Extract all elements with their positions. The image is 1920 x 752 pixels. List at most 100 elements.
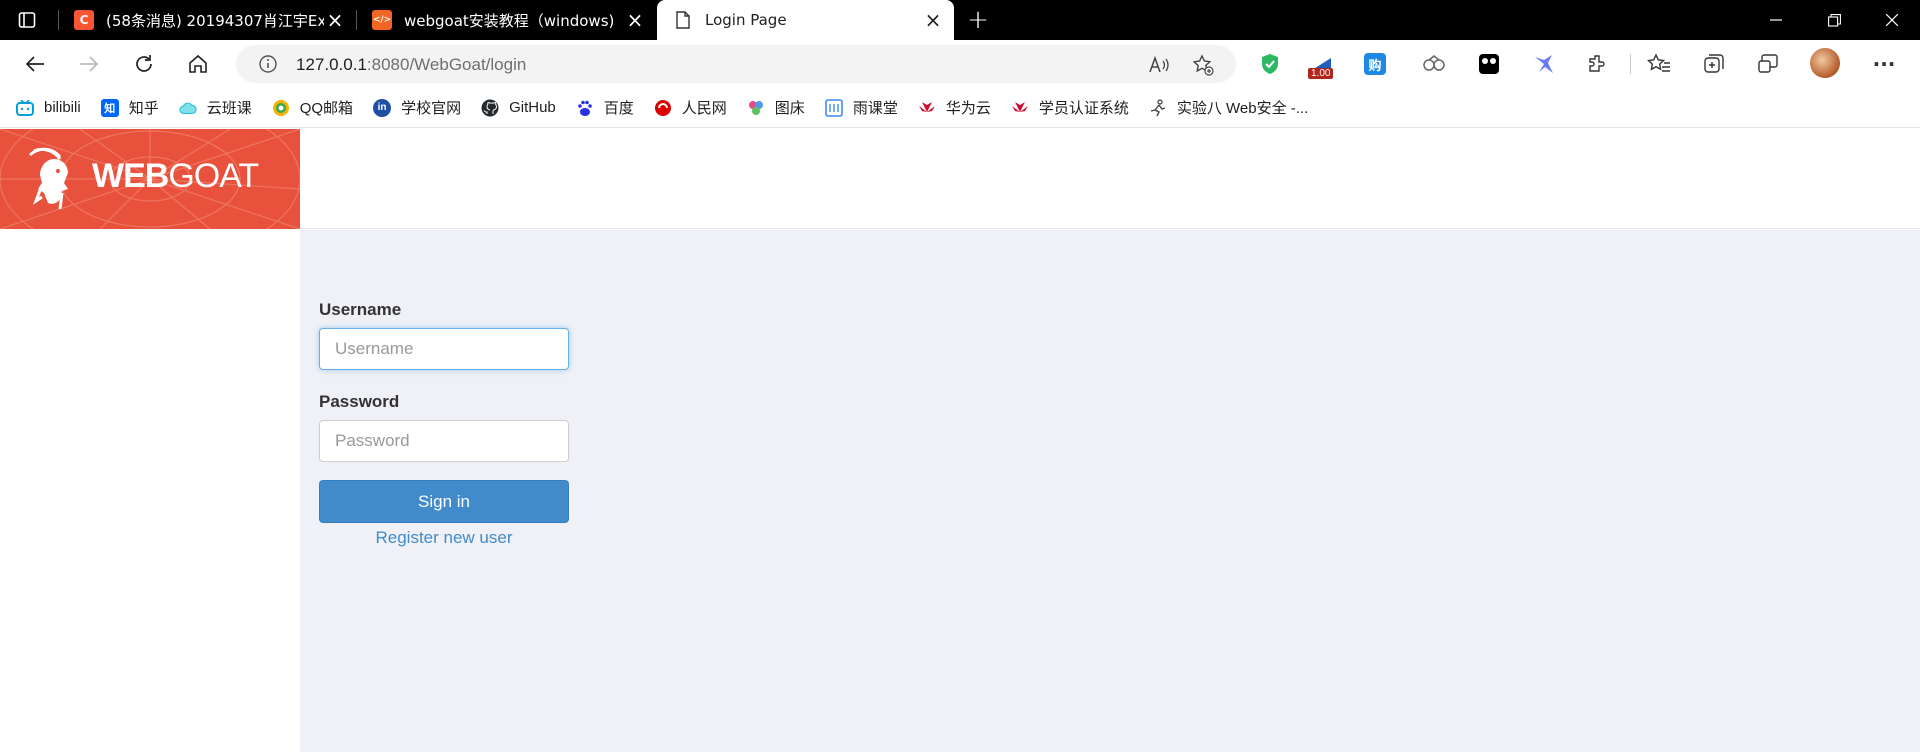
- url-path: :8080/WebGoat/login: [366, 55, 527, 74]
- more-menu-icon[interactable]: ···: [1870, 50, 1898, 78]
- tab-title: Login Page: [705, 11, 787, 29]
- close-window-icon[interactable]: [1864, 0, 1920, 40]
- tampermonkey-icon[interactable]: [1475, 50, 1503, 78]
- tab-title: (58条消息) 20194307肖江宇Exp-: [106, 11, 324, 30]
- bookmark-lab8[interactable]: 实验八 Web安全 -...: [1149, 97, 1308, 118]
- close-tab-icon[interactable]: ×: [922, 9, 944, 31]
- csdn-icon: C: [74, 10, 94, 30]
- bookmark-rain-classroom[interactable]: 雨课堂: [825, 97, 898, 118]
- bird-extension-icon[interactable]: [1530, 50, 1558, 78]
- bookmark-label: 学校官网: [401, 100, 462, 117]
- rain-classroom-icon: [825, 98, 843, 117]
- username-label: Username: [319, 300, 402, 319]
- runner-icon: [1149, 98, 1167, 117]
- bookmark-label: 图床: [774, 100, 805, 117]
- favorites-icon[interactable]: [1645, 50, 1673, 78]
- bookmark-qqmail[interactable]: QQ邮箱: [272, 97, 353, 118]
- bookmark-label: 学员认证系统: [1038, 100, 1129, 117]
- tab-csdn[interactable]: C (58条消息) 20194307肖江宇Exp- ×: [58, 0, 356, 40]
- tab-actions-icon[interactable]: [16, 9, 38, 31]
- image-bed-icon: [747, 99, 765, 117]
- extension-badge: 1.00: [1308, 68, 1334, 79]
- tab-strip: C (58条消息) 20194307肖江宇Exp- × </> webgoat安…: [0, 0, 1920, 40]
- bookmark-github[interactable]: GitHub: [481, 99, 556, 117]
- baidu-icon: [576, 99, 594, 117]
- bookmark-huawei-cloud[interactable]: 华为云: [918, 97, 991, 118]
- add-favorite-icon[interactable]: [1192, 54, 1214, 76]
- password-label: Password: [319, 392, 400, 411]
- huawei-icon: [1011, 99, 1029, 117]
- bookmark-label: QQ邮箱: [299, 100, 354, 117]
- bookmark-label: bilibili: [44, 99, 81, 116]
- home-icon[interactable]: [181, 48, 215, 80]
- bookmark-zhihu[interactable]: 知 知乎: [100, 97, 159, 118]
- huawei-icon: [918, 99, 936, 117]
- bookmark-label: 实验八 Web安全 -...: [1176, 100, 1309, 117]
- bookmark-label: GitHub: [509, 99, 556, 116]
- bookmark-yunbanke[interactable]: 云班课: [179, 97, 252, 118]
- qqmail-icon: [272, 99, 290, 117]
- bookmark-image-bed[interactable]: 图床: [747, 97, 805, 118]
- read-aloud-icon[interactable]: [1148, 54, 1170, 76]
- shopping-extension-icon[interactable]: 购: [1364, 53, 1386, 75]
- main-content: Username Password Sign in Register new u…: [300, 230, 1920, 752]
- bookmark-baidu[interactable]: 百度: [576, 97, 634, 118]
- tab-login-page[interactable]: Login Page ×: [657, 0, 954, 40]
- forward-icon[interactable]: [72, 48, 106, 80]
- address-bar[interactable]: 127.0.0.1:8080/WebGoat/login: [236, 45, 1236, 83]
- github-icon: [481, 99, 499, 117]
- bookmark-bilibili[interactable]: bilibili: [16, 99, 81, 117]
- close-tab-icon[interactable]: ×: [324, 9, 346, 31]
- brand-name: WEBGOAT: [92, 157, 259, 196]
- extensions-icon[interactable]: [1584, 50, 1612, 78]
- profile-avatar[interactable]: [1810, 48, 1840, 78]
- login-form: Username Password Sign in Register new u…: [319, 300, 569, 548]
- translate-extension-icon[interactable]: [1420, 50, 1448, 78]
- collections-icon[interactable]: [1700, 50, 1728, 78]
- bookmark-label: 雨课堂: [852, 100, 898, 117]
- zhihu-icon: 知: [100, 98, 119, 117]
- password-input[interactable]: [319, 420, 569, 462]
- school-icon: in: [373, 98, 392, 117]
- shield-icon[interactable]: [1256, 50, 1284, 78]
- close-tab-icon[interactable]: ×: [624, 9, 646, 31]
- webgoat-logo[interactable]: WEBGOAT: [0, 129, 300, 229]
- browser-toolbar: 127.0.0.1:8080/WebGoat/login 1.00 购 ···: [0, 40, 1920, 88]
- people-icon: [654, 99, 672, 117]
- bookmarks-bar: bilibili 知 知乎 云班课 QQ邮箱 in 学校官网 GitHub 百度…: [0, 88, 1920, 128]
- tab-title: webgoat安装教程（windows): [404, 11, 615, 30]
- refresh-icon[interactable]: [127, 48, 161, 80]
- sidebar: [0, 229, 300, 752]
- speed-extension-icon[interactable]: 1.00: [1308, 50, 1336, 79]
- register-link[interactable]: Register new user: [319, 528, 569, 548]
- minimize-icon[interactable]: [1748, 0, 1804, 40]
- bookmark-student-auth[interactable]: 学员认证系统: [1011, 97, 1129, 118]
- code-icon: </>: [372, 10, 392, 30]
- bookmark-label: 华为云: [945, 100, 991, 117]
- bookmark-label: 云班课: [206, 100, 252, 117]
- top-header: [300, 129, 1920, 229]
- url-host: 127.0.0.1: [296, 55, 367, 74]
- bookmark-people[interactable]: 人民网: [654, 97, 727, 118]
- bookmark-label: 人民网: [681, 100, 727, 117]
- tab-webgoat-tutorial[interactable]: </> webgoat安装教程（windows) ×: [356, 0, 656, 40]
- back-icon[interactable]: [18, 48, 52, 80]
- cloud-icon: [179, 99, 197, 117]
- new-tab-icon[interactable]: +: [964, 5, 992, 35]
- brand-bold: WEB: [92, 157, 169, 195]
- bookmark-label: 百度: [603, 100, 634, 117]
- bookmark-school[interactable]: in 学校官网: [373, 97, 461, 118]
- username-input[interactable]: [319, 328, 569, 370]
- screenshot-icon[interactable]: [1754, 50, 1782, 78]
- url-text[interactable]: 127.0.0.1:8080/WebGoat/login: [296, 55, 526, 75]
- bilibili-icon: [16, 99, 34, 117]
- site-info-icon[interactable]: [258, 54, 278, 78]
- goat-icon: [28, 147, 68, 210]
- brand-light: GOAT: [168, 157, 259, 195]
- page-icon: [673, 10, 693, 30]
- bookmark-label: 知乎: [128, 100, 159, 117]
- webgoat-page: WEBGOAT Username Password Sign in Regist…: [0, 129, 1920, 752]
- restore-icon[interactable]: [1806, 0, 1862, 40]
- toolbar-divider: [1630, 54, 1631, 74]
- sign-in-button[interactable]: Sign in: [319, 480, 569, 523]
